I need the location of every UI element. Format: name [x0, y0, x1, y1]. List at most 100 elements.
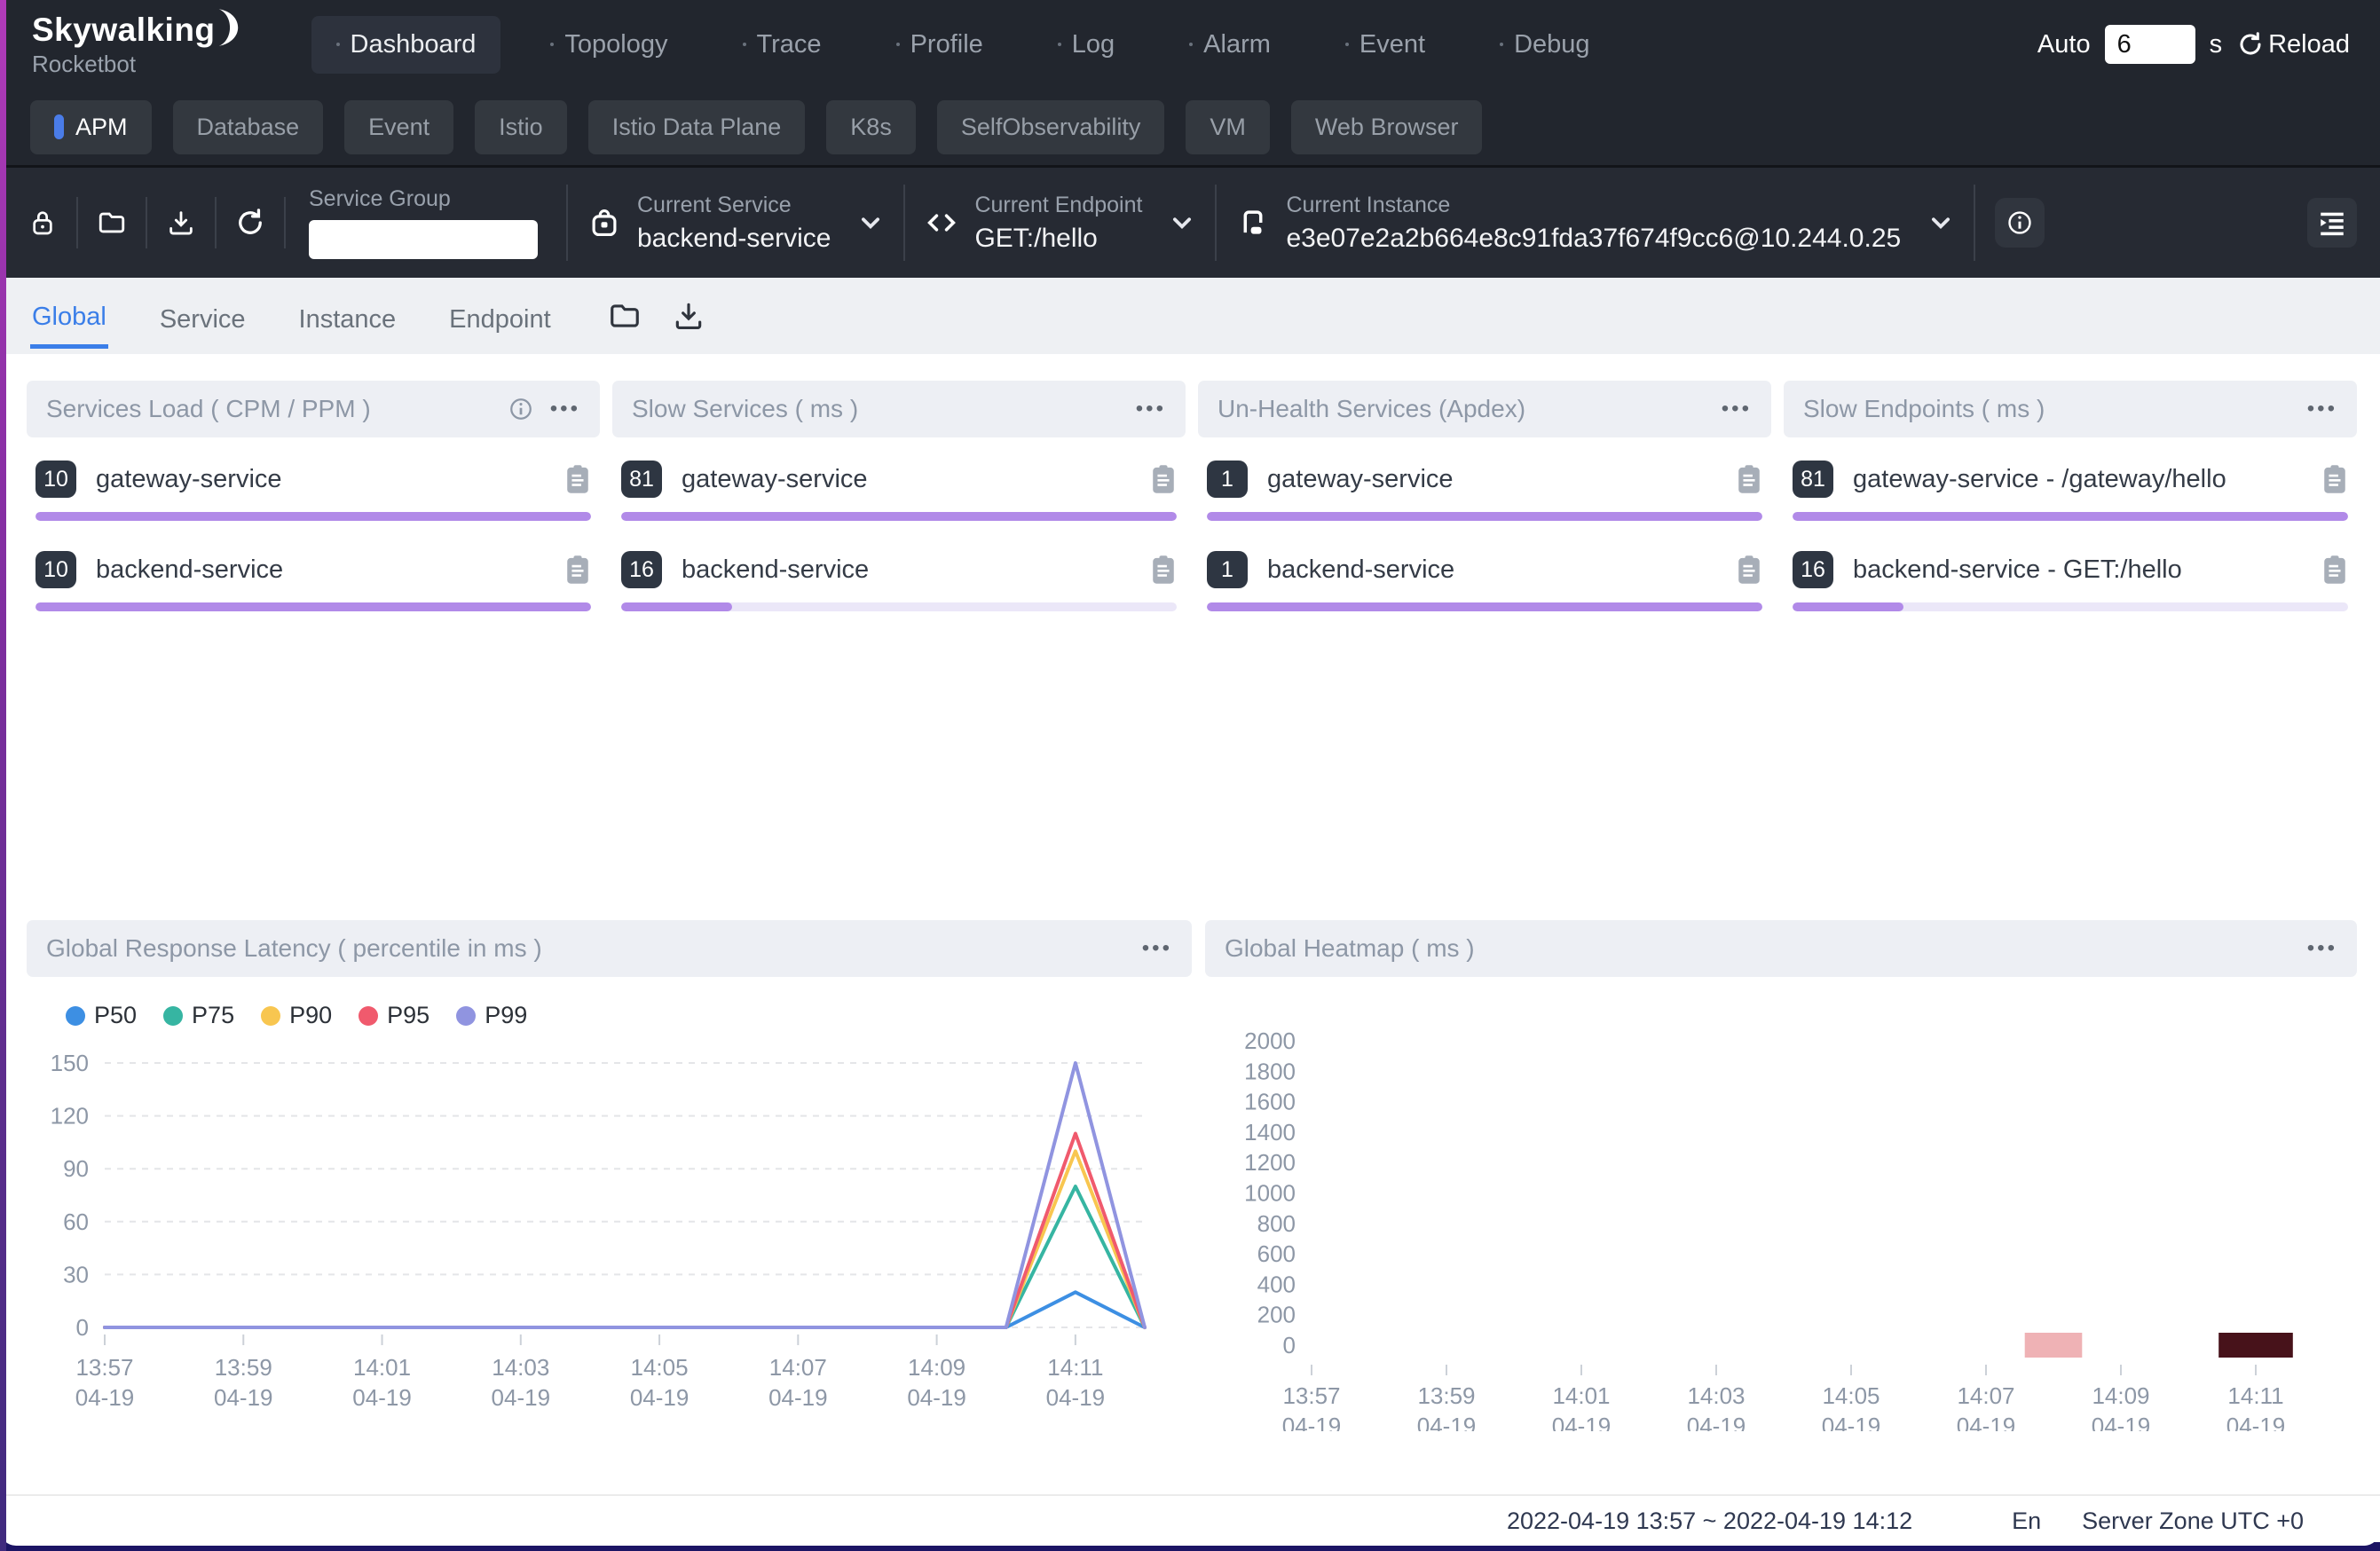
tab-instance[interactable]: Instance — [297, 286, 398, 347]
layer-tab-apm[interactable]: APM — [30, 100, 152, 154]
clipboard-copy-icon[interactable] — [1736, 464, 1762, 494]
more-options-button[interactable]: ••• — [1722, 398, 1752, 420]
nav-item-profile[interactable]: Profile — [871, 16, 1008, 74]
current-endpoint-selector[interactable]: Current Endpoint GET:/hello — [925, 193, 1195, 254]
metric-bar — [35, 602, 591, 611]
service-link[interactable]: gateway-service — [1267, 465, 1736, 494]
folder-icon[interactable] — [92, 196, 131, 249]
server-zone-label[interactable]: Server Zone UTC +0 — [2082, 1508, 2304, 1535]
nav-item-event[interactable]: Event — [1320, 16, 1450, 74]
layer-tab-event[interactable]: Event — [344, 100, 453, 154]
svg-text:1800: 1800 — [1244, 1058, 1296, 1084]
current-endpoint-label: Current Endpoint — [974, 193, 1142, 218]
more-options-button[interactable]: ••• — [1142, 938, 1172, 959]
layer-tab-label: Web Browser — [1315, 114, 1459, 141]
nav-item-topology[interactable]: Topology — [525, 16, 692, 74]
more-options-button[interactable]: ••• — [2307, 398, 2337, 420]
toolbar-divider — [215, 197, 217, 248]
svg-text:04-19: 04-19 — [1687, 1413, 1746, 1431]
current-instance-selector[interactable]: Current Instance e3e07e2a2b664e8c91fda37… — [1236, 193, 1954, 254]
metric-card-un-health-services: Un-Health Services (Apdex)•••1gateway-se… — [1198, 381, 1771, 642]
service-link[interactable]: backend-service - GET:/hello — [1853, 555, 2321, 585]
legend-item-p95[interactable]: P95 — [359, 1002, 430, 1029]
tab-service[interactable]: Service — [158, 286, 248, 347]
more-options-button[interactable]: ••• — [1136, 398, 1166, 420]
folder-icon[interactable] — [608, 299, 642, 333]
layer-tab-istio-data-plane[interactable]: Istio Data Plane — [588, 100, 806, 154]
current-endpoint-value: GET:/hello — [974, 224, 1142, 254]
service-link[interactable]: backend-service — [682, 555, 1150, 585]
download-icon[interactable] — [162, 196, 201, 249]
heatmap-plot: 200018001600140012001000800600400200013:… — [1205, 977, 2357, 1431]
metric-card-services-load: Services Load ( CPM / PPM )•••10gateway-… — [27, 381, 600, 642]
clipboard-copy-icon[interactable] — [2321, 464, 2348, 494]
value-badge: 16 — [621, 551, 662, 588]
nav-item-dashboard[interactable]: Dashboard — [311, 16, 501, 74]
auto-interval-input[interactable] — [2105, 25, 2195, 64]
chevron-down-icon — [1169, 209, 1195, 236]
reload-button[interactable]: Reload — [2236, 30, 2350, 59]
svg-text:04-19: 04-19 — [630, 1384, 690, 1411]
layer-tab-web-browser[interactable]: Web Browser — [1291, 100, 1483, 154]
legend-item-p75[interactable]: P75 — [163, 1002, 234, 1029]
svg-text:04-19: 04-19 — [2226, 1413, 2286, 1431]
legend-label: P50 — [94, 1002, 137, 1029]
svg-text:14:05: 14:05 — [631, 1354, 689, 1381]
lock-icon[interactable] — [23, 196, 62, 249]
latency-chart[interactable]: 030609012015013:5704-1913:5904-1914:0104… — [34, 1035, 1178, 1418]
more-options-button[interactable]: ••• — [550, 398, 580, 420]
service-group-input[interactable] — [309, 220, 538, 259]
layer-tab-label: APM — [75, 114, 128, 141]
service-link[interactable]: gateway-service — [96, 465, 564, 494]
nav-item-debug[interactable]: Debug — [1475, 16, 1614, 74]
tab-endpoint[interactable]: Endpoint — [447, 286, 553, 347]
nav-item-alarm[interactable]: Alarm — [1164, 16, 1296, 74]
layer-tab-istio[interactable]: Istio — [475, 100, 567, 154]
legend-label: P90 — [289, 1002, 332, 1029]
info-button[interactable] — [1995, 198, 2045, 248]
toolbar-divider — [566, 185, 568, 261]
clipboard-copy-icon[interactable] — [1150, 555, 1177, 585]
reload-label: Reload — [2268, 30, 2350, 59]
auto-reload-controls: Auto s Reload — [2037, 25, 2350, 64]
heatmap-chart[interactable]: 200018001600140012001000800600400200013:… — [1212, 977, 2357, 1431]
legend-item-p50[interactable]: P50 — [66, 1002, 137, 1029]
card-title: Un-Health Services (Apdex) — [1218, 395, 1525, 423]
service-link[interactable]: backend-service — [1267, 555, 1736, 585]
more-options-button[interactable]: ••• — [2307, 938, 2337, 959]
download-icon[interactable] — [672, 299, 705, 333]
layer-tab-label: Istio Data Plane — [612, 114, 782, 141]
clipboard-copy-icon[interactable] — [1150, 464, 1177, 494]
svg-text:14:03: 14:03 — [1687, 1382, 1745, 1409]
current-service-selector[interactable]: Current Service backend-service — [587, 193, 884, 254]
nav-item-log[interactable]: Log — [1033, 16, 1139, 74]
time-range-picker[interactable]: 2022-04-19 13:57 ~ 2022-04-19 14:12 — [1507, 1508, 1912, 1535]
layer-tab-k8s[interactable]: K8s — [826, 100, 916, 154]
clipboard-copy-icon[interactable] — [564, 464, 591, 494]
legend-item-p99[interactable]: P99 — [456, 1002, 527, 1029]
metric-bar — [1207, 602, 1762, 611]
svg-text:04-19: 04-19 — [75, 1384, 135, 1411]
refresh-icon[interactable] — [231, 196, 270, 249]
svg-text:13:59: 13:59 — [1417, 1382, 1475, 1409]
clipboard-copy-icon[interactable] — [2321, 555, 2348, 585]
service-link[interactable]: gateway-service — [682, 465, 1150, 494]
collapse-menu-button[interactable] — [2307, 198, 2357, 248]
language-selector[interactable]: En — [2012, 1508, 2041, 1535]
nav-item-dot — [743, 43, 746, 46]
latency-chart-card: Global Response Latency ( percentile in … — [27, 920, 1192, 1431]
layer-tab-selfobservability[interactable]: SelfObservability — [937, 100, 1165, 154]
legend-item-p90[interactable]: P90 — [261, 1002, 332, 1029]
value-badge: 10 — [35, 551, 76, 588]
info-icon[interactable] — [508, 396, 534, 422]
metric-cards-row: Services Load ( CPM / PPM )•••10gateway-… — [27, 381, 2357, 920]
service-link[interactable]: backend-service — [96, 555, 564, 585]
nav-item-trace[interactable]: Trace — [718, 16, 847, 74]
metric-bar — [1207, 512, 1762, 521]
clipboard-copy-icon[interactable] — [1736, 555, 1762, 585]
tab-global[interactable]: Global — [30, 283, 108, 349]
layer-tab-vm[interactable]: VM — [1186, 100, 1270, 154]
service-link[interactable]: gateway-service - /gateway/hello — [1853, 465, 2321, 494]
clipboard-copy-icon[interactable] — [564, 555, 591, 585]
layer-tab-database[interactable]: Database — [173, 100, 324, 154]
